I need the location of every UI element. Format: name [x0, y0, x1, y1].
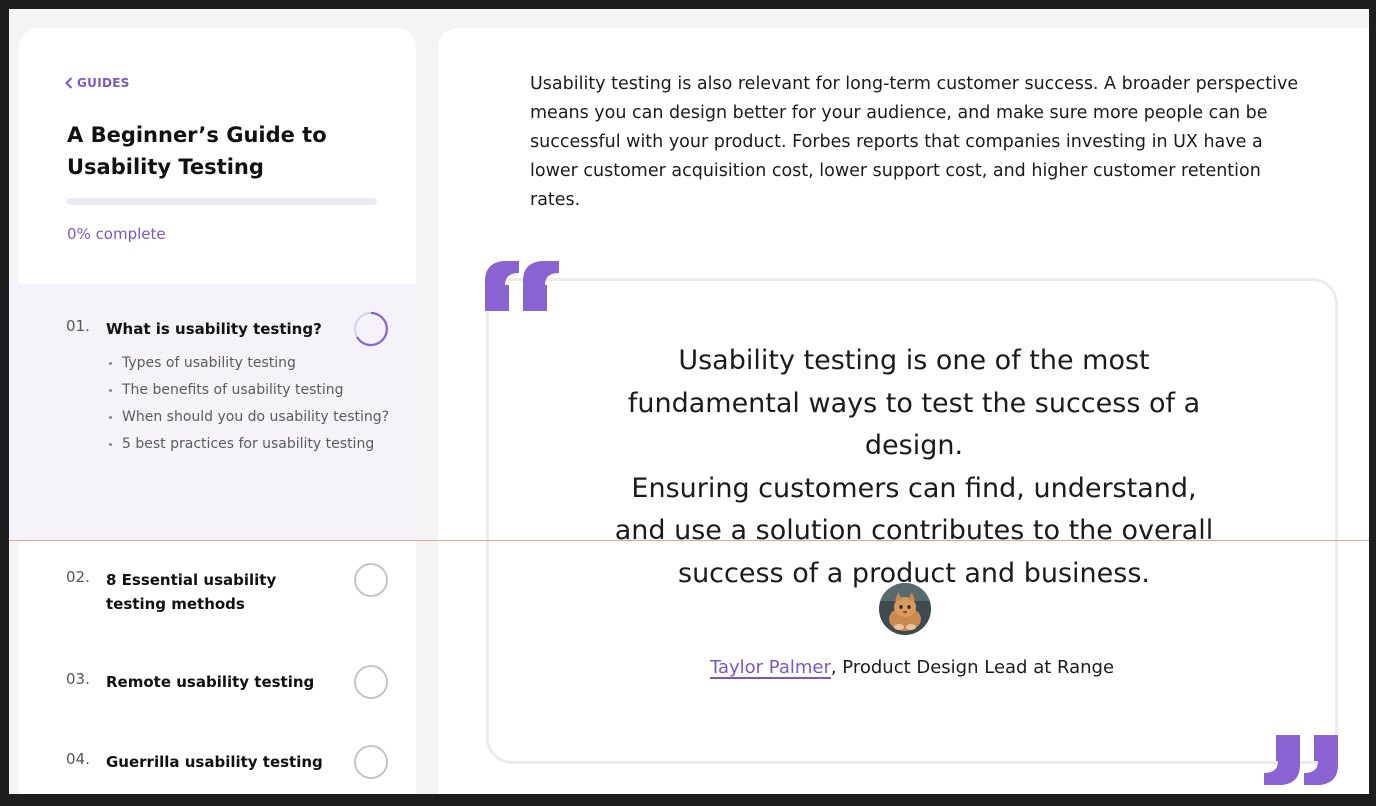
- chapter-title: 8 Essential usability testing methods: [106, 571, 277, 613]
- horizontal-guide-line: [9, 540, 1369, 541]
- chapter-title: Remote usability testing: [106, 673, 315, 691]
- pull-quote: Usability testing is one of the most fun…: [486, 278, 1338, 764]
- back-link-label: GUIDES: [77, 76, 130, 90]
- quote-attribution: Taylor Palmer, Product Design Lead at Ra…: [489, 657, 1335, 678]
- chapter-item-3[interactable]: 03. Remote usability testing: [66, 670, 336, 694]
- chapter-4-progress-circle[interactable]: [354, 745, 388, 779]
- app-frame: GUIDES A Beginner’s Guide to Usability T…: [9, 9, 1369, 794]
- chapter-item-2[interactable]: 02. 8 Essential usability testing method…: [66, 568, 336, 616]
- chapter-number: 04.: [66, 750, 90, 768]
- quote-line-1: Usability testing is one of the most fun…: [627, 345, 1201, 461]
- section-label: When should you do usability testing?: [122, 409, 390, 425]
- chapter-2-progress-circle[interactable]: [354, 563, 388, 597]
- chapter-number: 02.: [66, 568, 90, 586]
- guide-title: A Beginner’s Guide to Usability Testing: [67, 123, 327, 179]
- section-label: 5 best practices for usability testing: [122, 436, 375, 452]
- intro-paragraph: Usability testing is also relevant for l…: [530, 74, 1299, 210]
- author-name-link[interactable]: Taylor Palmer: [710, 657, 831, 678]
- bullet-icon: [109, 416, 112, 419]
- section-link[interactable]: 5 best practices for usability testing: [109, 431, 389, 458]
- chapter-title: Guerrilla usability testing: [106, 753, 323, 771]
- quote-text: Usability testing is one of the most fun…: [604, 340, 1224, 595]
- kitten-photo-icon: [879, 583, 931, 635]
- article-content: Usability testing is also relevant for l…: [438, 28, 1369, 794]
- chapter-1-sections: Types of usability testing The benefits …: [109, 350, 389, 458]
- back-to-guides-link[interactable]: GUIDES: [65, 76, 130, 90]
- chapter-list: 02. 8 Essential usability testing method…: [19, 540, 416, 794]
- quote-line-2: Ensuring customers can find, understand,…: [614, 472, 1214, 589]
- bullet-icon: [109, 362, 112, 365]
- open-quote-icon: [485, 261, 559, 311]
- section-label: The benefits of usability testing: [122, 382, 344, 398]
- section-link[interactable]: The benefits of usability testing: [109, 377, 389, 404]
- guide-sidebar-header: GUIDES A Beginner’s Guide to Usability T…: [19, 28, 416, 284]
- chapter-3-progress-circle[interactable]: [354, 665, 388, 699]
- progress-text: 0% complete: [67, 225, 166, 243]
- chapter-item-4[interactable]: 04. Guerrilla usability testing: [66, 750, 336, 774]
- progress-bar: [67, 198, 377, 205]
- chevron-left-icon: [65, 77, 73, 89]
- bullet-icon: [109, 389, 112, 392]
- chapter-number: 03.: [66, 670, 90, 688]
- section-link[interactable]: Types of usability testing: [109, 350, 389, 377]
- close-quote-icon: [1264, 735, 1338, 785]
- chapter-item-1[interactable]: 01. What is usability testing?: [66, 317, 336, 341]
- author-avatar: [879, 583, 931, 635]
- chapter-number: 01.: [66, 317, 90, 335]
- chapter-title: What is usability testing?: [106, 320, 322, 338]
- author-role: , Product Design Lead at Range: [830, 657, 1115, 678]
- section-label: Types of usability testing: [122, 355, 296, 371]
- bullet-icon: [109, 443, 112, 446]
- chapter-1-progress-circle[interactable]: [353, 311, 389, 347]
- section-link[interactable]: When should you do usability testing?: [109, 404, 389, 431]
